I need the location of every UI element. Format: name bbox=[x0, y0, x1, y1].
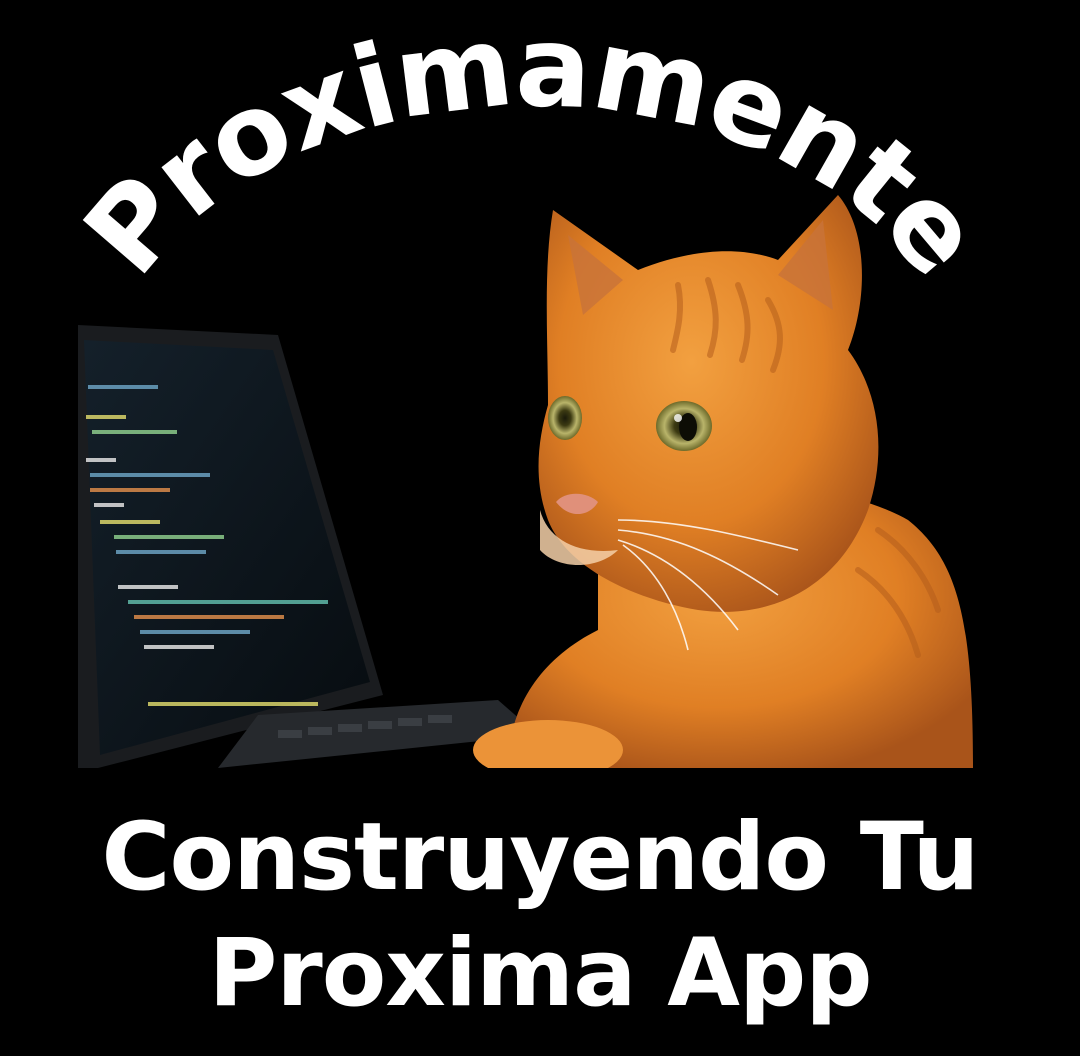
laptop bbox=[78, 325, 538, 768]
promo-canvas: Proximamente Construyendo Tu Proxima App bbox=[0, 0, 1080, 1056]
caption-line-2: Proxima App bbox=[208, 919, 872, 1028]
cat-laptop-illustration bbox=[78, 195, 973, 768]
caption: Construyendo Tu Proxima App bbox=[0, 800, 1080, 1032]
caption-line-1: Construyendo Tu bbox=[101, 803, 980, 912]
orange-cat bbox=[473, 195, 973, 768]
